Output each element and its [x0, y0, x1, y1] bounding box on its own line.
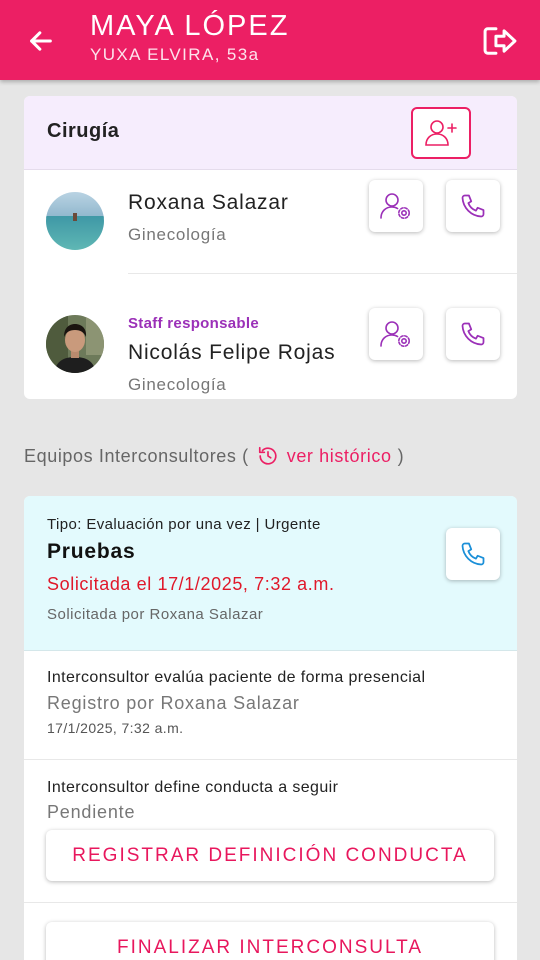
staff-name: Roxana Salazar — [128, 191, 289, 214]
finalize-interconsult-button[interactable]: FINALIZAR INTERCONSULTA — [46, 922, 494, 960]
user-settings-icon — [380, 193, 410, 219]
phone-icon — [461, 194, 485, 218]
section-heading-text: Equipos Interconsultores ( — [24, 445, 249, 466]
step-date: 17/1/2025, 7:32 a.m. — [47, 720, 184, 736]
consult-title: Pruebas — [47, 540, 136, 563]
add-user-icon — [425, 120, 457, 146]
history-icon — [258, 446, 277, 465]
user-settings-icon — [380, 321, 410, 347]
section-heading-close: ) — [397, 445, 405, 466]
step-title: Interconsultor evalúa paciente de forma … — [47, 669, 426, 686]
history-link-label: ver histórico — [286, 445, 392, 466]
patient-name: MAYA LÓPEZ — [90, 10, 290, 42]
patient-subtitle: YUXA ELVIRA, 53a — [90, 45, 260, 64]
staff-settings-button[interactable] — [369, 180, 423, 232]
consult-step: Interconsultor evalúa paciente de forma … — [24, 652, 517, 760]
phone-icon — [461, 322, 485, 346]
back-button[interactable] — [22, 22, 60, 60]
surgery-card-header: Cirugía — [24, 96, 517, 170]
consult-step: Interconsultor define conducta a seguir … — [24, 761, 517, 903]
consult-finalize-section: FINALIZAR INTERCONSULTA — [24, 904, 517, 960]
call-interconsultant-button[interactable] — [446, 528, 500, 580]
app-header: MAYA LÓPEZ YUXA ELVIRA, 53a — [0, 0, 540, 80]
consult-type: Tipo: Evaluación por una vez | Urgente — [47, 516, 321, 533]
interconsult-section-heading: Equipos Interconsultores ( ver histórico… — [24, 445, 404, 467]
row-divider — [128, 273, 517, 274]
surgery-team-card: Cirugía Roxana Salazar Ginecología Staff… — [24, 96, 517, 399]
staff-settings-button[interactable] — [369, 308, 423, 360]
consult-requester: Solicitada por Roxana Salazar — [47, 606, 264, 623]
avatar — [46, 315, 104, 373]
avatar — [46, 192, 104, 250]
staff-row: Roxana Salazar Ginecología — [24, 171, 517, 295]
call-staff-button[interactable] — [446, 180, 500, 232]
card-title: Cirugía — [47, 120, 120, 142]
phone-icon — [461, 542, 485, 566]
staff-name: Nicolás Felipe Rojas — [128, 341, 336, 364]
staff-row: Staff responsable Nicolás Felipe Rojas G… — [24, 296, 517, 399]
call-staff-button[interactable] — [446, 308, 500, 360]
consult-request-date: Solicitada el 17/1/2025, 7:32 a.m. — [47, 574, 335, 594]
staff-specialty: Ginecología — [128, 375, 227, 394]
arrow-left-icon — [30, 31, 52, 51]
step-status: Pendiente — [47, 802, 136, 822]
interconsult-summary: Tipo: Evaluación por una vez | Urgente P… — [24, 496, 517, 651]
add-staff-button[interactable] — [411, 107, 471, 159]
step-title: Interconsultor define conducta a seguir — [47, 779, 339, 796]
interconsult-card: Tipo: Evaluación por una vez | Urgente P… — [24, 496, 517, 960]
history-link[interactable]: ver histórico — [257, 445, 392, 467]
register-definition-button[interactable]: REGISTRAR DEFINICIÓN CONDUCTA — [46, 830, 494, 881]
step-status: Registro por Roxana Salazar — [47, 693, 300, 713]
logout-icon — [483, 27, 517, 55]
staff-role-label: Staff responsable — [128, 315, 259, 332]
staff-specialty: Ginecología — [128, 225, 227, 244]
logout-button[interactable] — [478, 20, 522, 62]
